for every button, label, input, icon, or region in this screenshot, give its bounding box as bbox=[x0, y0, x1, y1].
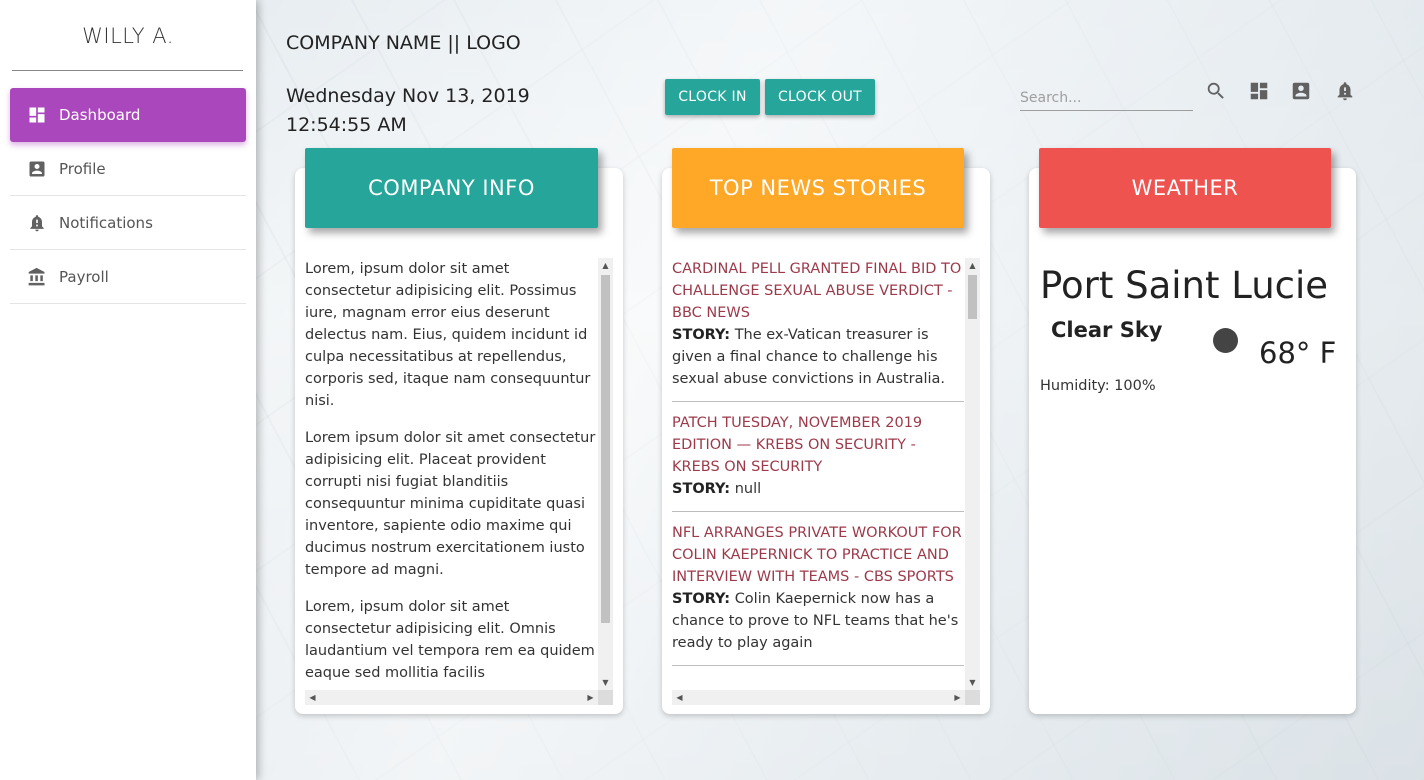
sidebar-item-notifications[interactable]: Notifications bbox=[10, 196, 246, 250]
sidebar-item-profile[interactable]: Profile bbox=[10, 142, 246, 196]
news-headline-link[interactable]: Cardinal Pell granted final bid to chall… bbox=[672, 258, 964, 324]
top-news-card: TOP NEWS STORIES Cardinal Pell granted f… bbox=[662, 148, 990, 714]
weather-card: WEATHER Port Saint Lucie Clear Sky 68° F… bbox=[1029, 148, 1356, 714]
news-item: Patch Tuesday, November 2019 Edition — K… bbox=[672, 412, 964, 512]
notification-bell-icon bbox=[27, 213, 47, 233]
sidebar-item-label: Dashboard bbox=[59, 106, 141, 124]
search-icon[interactable] bbox=[1205, 80, 1227, 102]
story-text: null bbox=[734, 481, 762, 497]
news-story: STORY: null bbox=[672, 478, 964, 500]
scrollbar-thumb[interactable] bbox=[601, 275, 610, 623]
scroll-right-arrow-icon[interactable]: ▶ bbox=[583, 690, 598, 705]
weather-condition: Clear Sky bbox=[1051, 318, 1163, 342]
company-info-body: Lorem, ipsum dolor sit amet consectetur … bbox=[305, 258, 613, 708]
current-time: 12:54:55 AM bbox=[286, 114, 407, 136]
date-time: Wednesday Nov 13, 2019 12:54:55 AM bbox=[286, 82, 530, 140]
clock-out-button[interactable]: CLOCK OUT bbox=[765, 79, 875, 115]
weather-header: WEATHER bbox=[1039, 148, 1331, 228]
sidebar-nav: Dashboard Profile Notifications Payroll bbox=[10, 88, 246, 304]
news-story: STORY: The ex-Vatican treasurer is given… bbox=[672, 324, 964, 390]
story-label: STORY: bbox=[672, 327, 731, 343]
weather-humidity: Humidity: 100% bbox=[1040, 378, 1156, 394]
company-logo-text: COMPANY NAME || LOGO bbox=[286, 32, 521, 54]
news-story: STORY: Colin Kaepernick now has a chance… bbox=[672, 588, 964, 654]
weather-condition-icon bbox=[1213, 328, 1238, 353]
top-news-header: TOP NEWS STORIES bbox=[672, 148, 964, 228]
sidebar-item-label: Payroll bbox=[59, 267, 109, 286]
scroll-down-arrow-icon[interactable]: ▼ bbox=[598, 675, 613, 690]
weather-temperature: 68° F bbox=[1259, 336, 1337, 370]
company-info-text: Lorem, ipsum dolor sit amet consectetur … bbox=[305, 258, 597, 690]
scroll-left-arrow-icon[interactable]: ◀ bbox=[672, 690, 687, 705]
current-date: Wednesday Nov 13, 2019 bbox=[286, 85, 530, 107]
vertical-scrollbar[interactable]: ▲ ▼ bbox=[598, 258, 613, 690]
company-info-paragraph: Lorem ipsum dolor sit amet consectetur a… bbox=[305, 430, 596, 578]
company-info-header: COMPANY INFO bbox=[305, 148, 598, 228]
scroll-down-arrow-icon[interactable]: ▼ bbox=[965, 675, 980, 690]
scrollbar-corner bbox=[965, 690, 980, 705]
sidebar-item-label: Notifications bbox=[59, 213, 153, 232]
horizontal-scrollbar[interactable]: ◀ ▶ bbox=[672, 690, 980, 705]
news-item: Cardinal Pell granted final bid to chall… bbox=[672, 258, 964, 402]
search-input[interactable] bbox=[1020, 86, 1193, 111]
dashboard-icon[interactable] bbox=[1248, 80, 1270, 102]
sidebar-item-payroll[interactable]: Payroll bbox=[10, 250, 246, 304]
scroll-up-arrow-icon[interactable]: ▲ bbox=[598, 258, 613, 273]
scroll-left-arrow-icon[interactable]: ◀ bbox=[305, 690, 320, 705]
scroll-up-arrow-icon[interactable]: ▲ bbox=[965, 258, 980, 273]
clock-in-button[interactable]: CLOCK IN bbox=[665, 79, 760, 115]
news-headline-link[interactable]: NFL arranges private workout for Colin K… bbox=[672, 522, 964, 588]
scrollbar-thumb[interactable] bbox=[968, 275, 977, 319]
scrollbar-corner bbox=[598, 690, 613, 705]
story-label: STORY: bbox=[672, 591, 731, 607]
news-item: NFL arranges private workout for Colin K… bbox=[672, 522, 964, 666]
weather-city: Port Saint Lucie bbox=[1040, 264, 1329, 307]
account-box-icon[interactable] bbox=[1290, 80, 1312, 102]
company-info-card: COMPANY INFO Lorem, ipsum dolor sit amet… bbox=[295, 148, 623, 714]
company-info-paragraph: Lorem, ipsum dolor sit amet consectetur … bbox=[305, 599, 595, 681]
company-info-paragraph: Lorem, ipsum dolor sit amet consectetur … bbox=[305, 261, 591, 409]
top-news-body: Cardinal Pell granted final bid to chall… bbox=[672, 258, 980, 708]
sidebar: WILLY A. Dashboard Profile Notifications… bbox=[0, 0, 256, 780]
notification-bell-icon[interactable] bbox=[1334, 80, 1356, 102]
sidebar-divider bbox=[12, 70, 243, 71]
scroll-right-arrow-icon[interactable]: ▶ bbox=[950, 690, 965, 705]
user-name: WILLY A. bbox=[82, 24, 174, 48]
bank-icon bbox=[27, 267, 47, 287]
horizontal-scrollbar[interactable]: ◀ ▶ bbox=[305, 690, 613, 705]
sidebar-item-label: Profile bbox=[59, 159, 106, 178]
vertical-scrollbar[interactable]: ▲ ▼ bbox=[965, 258, 980, 690]
sidebar-item-dashboard[interactable]: Dashboard bbox=[10, 88, 246, 142]
news-headline-link[interactable]: Patch Tuesday, November 2019 Edition — K… bbox=[672, 412, 964, 478]
story-label: STORY: bbox=[672, 481, 731, 497]
news-list: Cardinal Pell granted final bid to chall… bbox=[672, 258, 964, 690]
account-box-icon bbox=[27, 159, 47, 179]
dashboard-icon bbox=[27, 105, 47, 125]
